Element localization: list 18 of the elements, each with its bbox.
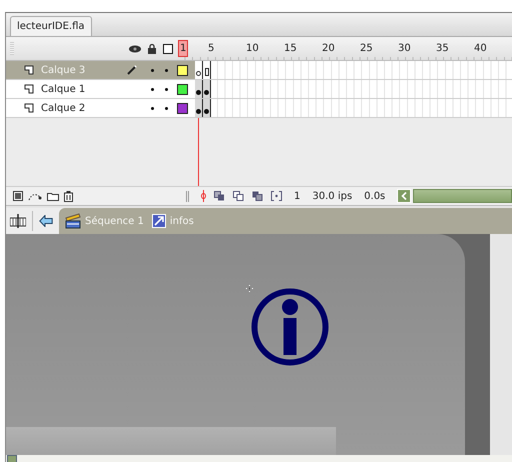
frame-number: 30 bbox=[398, 43, 411, 54]
elapsed-time: 0.0s bbox=[364, 190, 386, 202]
frame-number: 5 bbox=[208, 43, 214, 54]
current-frame: 1 bbox=[294, 190, 300, 202]
layer-row[interactable]: Calque 1 bbox=[6, 80, 195, 98]
frame-number: 15 bbox=[284, 43, 297, 54]
frame-number: 40 bbox=[474, 43, 487, 54]
layer-name: Calque 1 bbox=[41, 84, 86, 94]
document-tab[interactable]: lecteurIDE.fla bbox=[10, 16, 92, 36]
frame-number: 35 bbox=[436, 43, 449, 54]
layer-name: Calque 2 bbox=[41, 102, 86, 114]
frame-number: 20 bbox=[322, 43, 335, 54]
frame-number: 10 bbox=[246, 43, 259, 54]
layer-row[interactable]: Calque 2 bbox=[6, 99, 195, 117]
frame-number: 25 bbox=[360, 43, 373, 54]
layer-name: Calque 3 bbox=[41, 64, 86, 76]
playhead-frame-number: 1 bbox=[178, 40, 188, 57]
frame-rate: 30.0 ips bbox=[312, 190, 352, 202]
